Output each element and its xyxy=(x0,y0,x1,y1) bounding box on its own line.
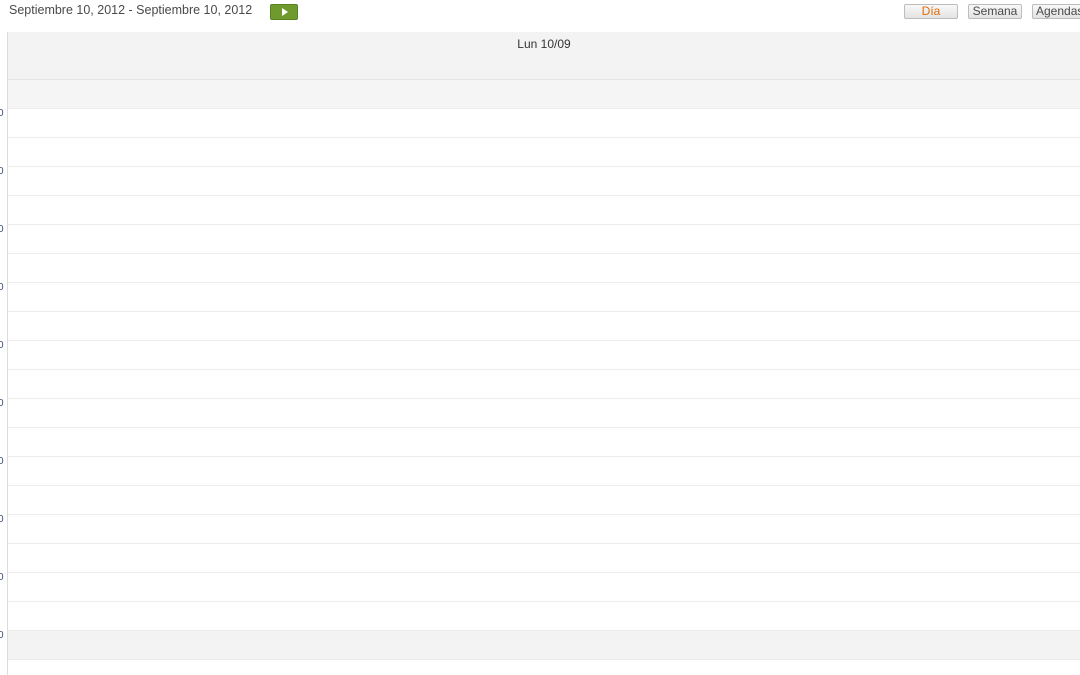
day-header-label: Lun 10/09 xyxy=(517,37,571,51)
time-slot[interactable] xyxy=(8,602,1080,631)
early-slot-row[interactable] xyxy=(8,80,1080,109)
time-slot[interactable] xyxy=(8,573,1080,602)
day-column-header[interactable]: Lun 10/09 xyxy=(8,32,1080,62)
date-range-label: Septiembre 10, 2012 - Septiembre 10, 201… xyxy=(9,3,253,17)
calendar-toolbar: Septiembre 10, 2012 - Septiembre 10, 201… xyxy=(0,0,1080,32)
time-slot[interactable] xyxy=(8,515,1080,544)
time-slot[interactable] xyxy=(8,138,1080,167)
hour-label: 0 xyxy=(0,108,4,119)
time-slot[interactable] xyxy=(8,370,1080,399)
hour-label: 0 xyxy=(0,166,4,177)
time-slot[interactable] xyxy=(8,283,1080,312)
time-slot[interactable] xyxy=(8,486,1080,515)
next-period-button[interactable] xyxy=(270,4,298,20)
day-calendar: Lun 10/09 0 0 0 0 0 0 0 0 0 0 xyxy=(0,32,1080,675)
time-slot[interactable] xyxy=(8,428,1080,457)
time-slot[interactable] xyxy=(8,196,1080,225)
time-slot[interactable] xyxy=(8,254,1080,283)
hour-label: 0 xyxy=(0,398,4,409)
view-agendas-button[interactable]: Agendas xyxy=(1032,4,1080,19)
hour-label: 0 xyxy=(0,224,4,235)
hour-label: 0 xyxy=(0,282,4,293)
time-slot[interactable] xyxy=(8,167,1080,196)
hour-label: 0 xyxy=(0,630,4,641)
play-icon xyxy=(282,8,288,16)
view-week-button[interactable]: Semana xyxy=(968,4,1022,19)
view-day-button[interactable]: Día xyxy=(904,4,958,19)
hour-label: 0 xyxy=(0,456,4,467)
time-slot[interactable] xyxy=(8,544,1080,573)
hour-label: 0 xyxy=(0,572,4,583)
time-slot[interactable] xyxy=(8,457,1080,486)
hour-label: 0 xyxy=(0,340,4,351)
time-slot[interactable] xyxy=(8,631,1080,660)
hour-label: 0 xyxy=(0,514,4,525)
time-slot[interactable] xyxy=(8,312,1080,341)
time-slot[interactable] xyxy=(8,109,1080,138)
time-slot[interactable] xyxy=(8,341,1080,370)
time-slot[interactable] xyxy=(8,399,1080,428)
time-slots xyxy=(8,109,1080,675)
time-slot[interactable] xyxy=(8,225,1080,254)
all-day-row[interactable] xyxy=(8,61,1080,80)
